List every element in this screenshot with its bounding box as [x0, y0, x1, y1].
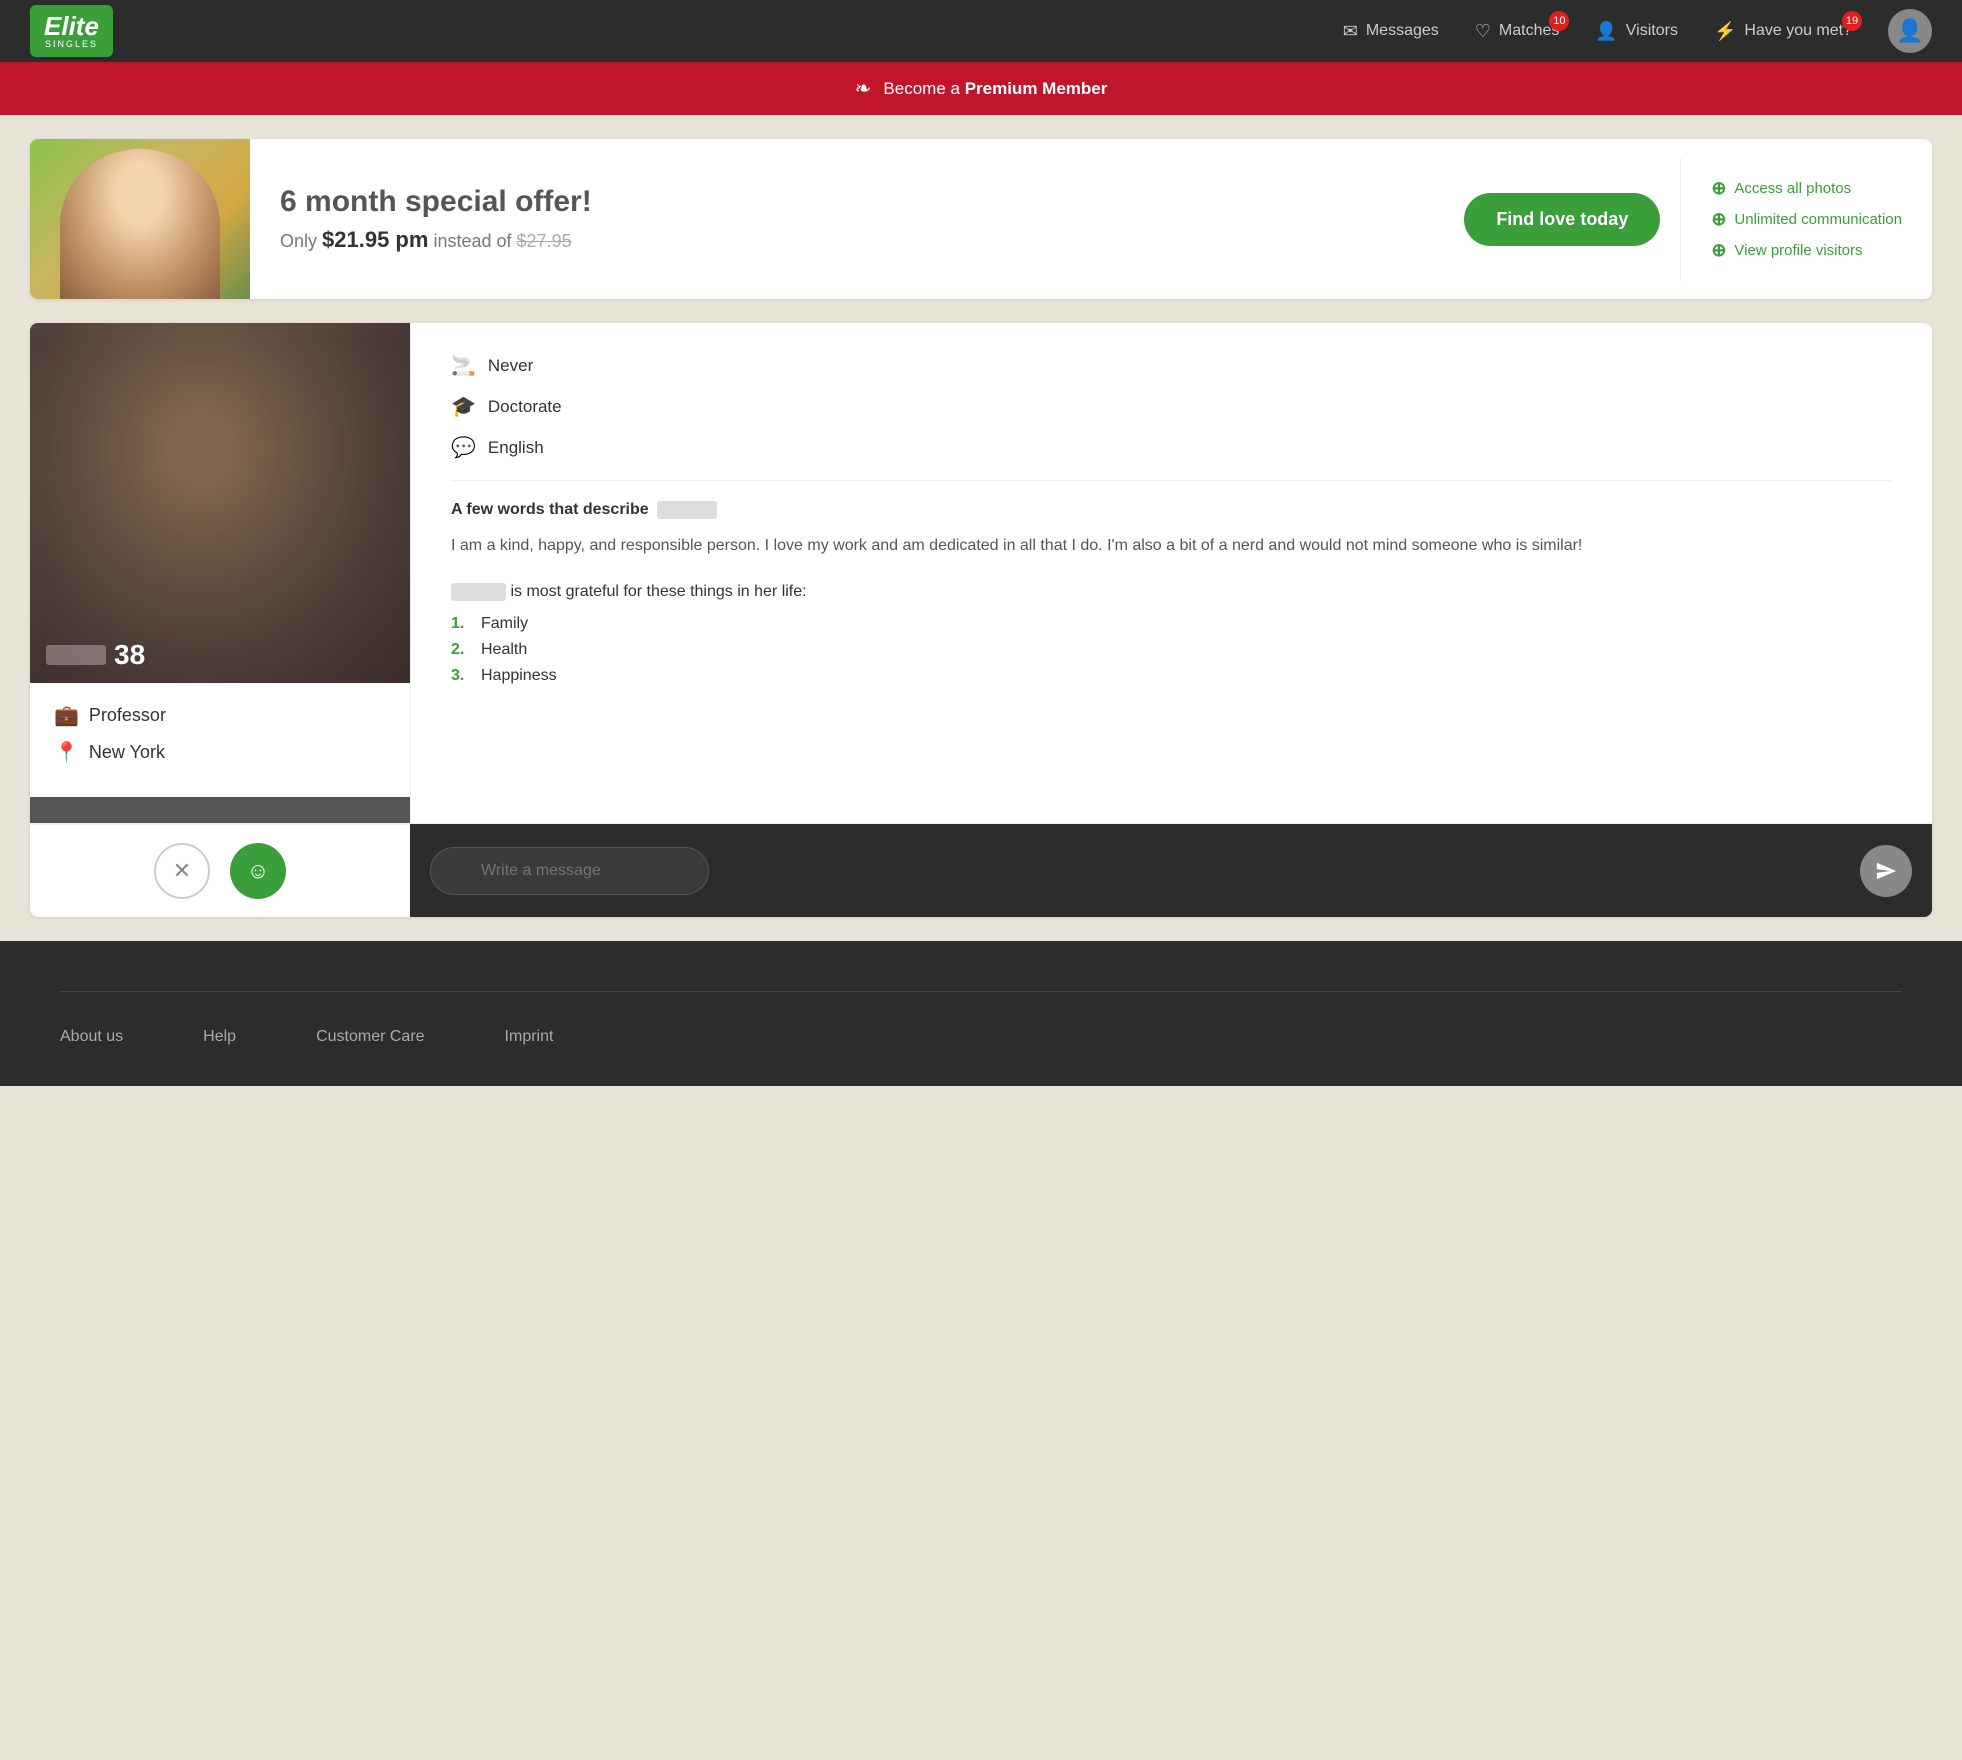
profile-occupation: 💼 Professor: [54, 703, 386, 728]
logo[interactable]: Elite SINGLES: [30, 5, 113, 57]
offer-title: 6 month special offer!: [280, 185, 1414, 219]
nav-messages[interactable]: ✉ Messages: [1343, 21, 1439, 42]
messages-label: Messages: [1366, 22, 1439, 40]
footer-imprint[interactable]: Imprint: [505, 1028, 554, 1046]
avatar[interactable]: 👤: [1888, 9, 1932, 53]
grateful-list: 1. Family 2. Health 3. Happiness: [451, 615, 1892, 685]
name-blur-describe: [657, 501, 717, 519]
visitors-icon: 👤: [1595, 21, 1617, 42]
language-icon: 💬: [451, 435, 476, 460]
plus-icon-1: ⊕: [1711, 178, 1726, 199]
smoking-icon: 🚬: [451, 353, 476, 378]
name-blur-small: [46, 645, 106, 665]
navigation: ✉ Messages 10 ♡ Matches 👤 Visitors 19 ⚡ …: [1343, 9, 1932, 53]
offer-feature-3: ⊕ View profile visitors: [1711, 240, 1902, 261]
grateful-item-2: 2. Health: [451, 641, 1892, 659]
profile-info: 💼 Professor 📍 New York: [30, 683, 410, 797]
offer-price-value: $21.95 pm: [322, 227, 428, 252]
location-icon: 📍: [54, 740, 79, 765]
profile-language: 💬 English: [451, 435, 1892, 460]
profile-bio: I am a kind, happy, and responsible pers…: [451, 533, 1892, 559]
profile-smoking: 🚬 Never: [451, 353, 1892, 378]
profile-right: 🚬 Never 🎓 Doctorate 💬 English A few word…: [410, 323, 1932, 823]
main-content: 6 month special offer! Only $21.95 pm in…: [0, 115, 1962, 941]
matches-icon: ♡: [1475, 21, 1491, 42]
send-icon: [1875, 860, 1897, 882]
offer-price: Only $21.95 pm instead of $27.95: [280, 227, 1414, 253]
plus-icon-3: ⊕: [1711, 240, 1726, 261]
divider-1: [451, 480, 1892, 481]
premium-text: Become a Premium Member: [883, 79, 1107, 99]
dislike-button[interactable]: ✕: [154, 843, 210, 899]
footer-links: About us Help Customer Care Imprint: [60, 1028, 1902, 1046]
plus-icon-2: ⊕: [1711, 209, 1726, 230]
profile-card: 38 💼 Professor 📍 New York �: [30, 323, 1932, 917]
premium-bold-text: Premium Member: [965, 79, 1108, 98]
visitors-label: Visitors: [1626, 22, 1678, 40]
offer-old-price: $27.95: [517, 231, 572, 251]
education-icon: 🎓: [451, 394, 476, 419]
grateful-item-3: 3. Happiness: [451, 667, 1892, 685]
profile-left: 38 💼 Professor 📍 New York: [30, 323, 410, 823]
grateful-title: is most grateful for these things in her…: [451, 583, 1892, 601]
messages-icon: ✉: [1343, 21, 1358, 42]
list-num-1: 1.: [451, 615, 471, 633]
list-num-3: 3.: [451, 667, 471, 685]
matches-badge: 10: [1549, 11, 1569, 31]
nav-have-you-met[interactable]: 19 ⚡ Have you met?: [1714, 21, 1852, 42]
name-blur-grateful: [451, 583, 506, 601]
nav-matches[interactable]: 10 ♡ Matches: [1475, 21, 1560, 42]
action-right: ☺: [410, 829, 1932, 913]
nav-visitors[interactable]: 👤 Visitors: [1595, 21, 1678, 42]
profile-education: 🎓 Doctorate: [451, 394, 1892, 419]
like-button[interactable]: ☺: [230, 843, 286, 899]
action-bar: ✕ ☺ ☺: [30, 823, 1932, 917]
briefcase-icon: 💼: [54, 703, 79, 728]
premium-flower-icon: ❧: [855, 76, 872, 101]
footer-about-us[interactable]: About us: [60, 1028, 123, 1046]
message-wrapper: ☺: [430, 847, 1848, 895]
offer-cta-button[interactable]: Find love today: [1464, 193, 1660, 246]
send-button[interactable]: [1860, 845, 1912, 897]
offer-person-image: [60, 149, 220, 299]
have-you-met-badge: 19: [1842, 11, 1862, 31]
action-left: ✕ ☺: [30, 824, 410, 917]
grateful-item-1: 1. Family: [451, 615, 1892, 633]
offer-features: ⊕ Access all photos ⊕ Unlimited communic…: [1680, 158, 1932, 281]
footer-help[interactable]: Help: [203, 1028, 236, 1046]
profile-location: 📍 New York: [54, 740, 386, 765]
offer-image: [30, 139, 250, 299]
offer-feature-2: ⊕ Unlimited communication: [1711, 209, 1902, 230]
footer-divider: [60, 991, 1902, 992]
list-num-2: 2.: [451, 641, 471, 659]
offer-feature-1: ⊕ Access all photos: [1711, 178, 1902, 199]
offer-text: 6 month special offer! Only $21.95 pm in…: [250, 165, 1444, 273]
logo-sub: SINGLES: [45, 39, 98, 49]
profile-age: 38: [114, 639, 145, 671]
logo-text: Elite: [44, 13, 99, 39]
footer: About us Help Customer Care Imprint: [0, 941, 1962, 1086]
premium-banner[interactable]: ❧ Become a Premium Member: [0, 62, 1962, 115]
footer-customer-care[interactable]: Customer Care: [316, 1028, 424, 1046]
have-you-met-label: Have you met?: [1744, 22, 1852, 40]
describe-title: A few words that describe: [451, 501, 1892, 519]
offer-banner: 6 month special offer! Only $21.95 pm in…: [30, 139, 1932, 299]
profile-age-overlay: 38: [46, 639, 145, 671]
have-you-met-icon: ⚡: [1714, 21, 1736, 42]
header: Elite SINGLES ✉ Messages 10 ♡ Matches 👤 …: [0, 0, 1962, 62]
profile-card-body: 38 💼 Professor 📍 New York �: [30, 323, 1932, 823]
message-input[interactable]: [430, 847, 709, 895]
photo-blur: [30, 323, 410, 683]
profile-photo: 38: [30, 323, 410, 683]
